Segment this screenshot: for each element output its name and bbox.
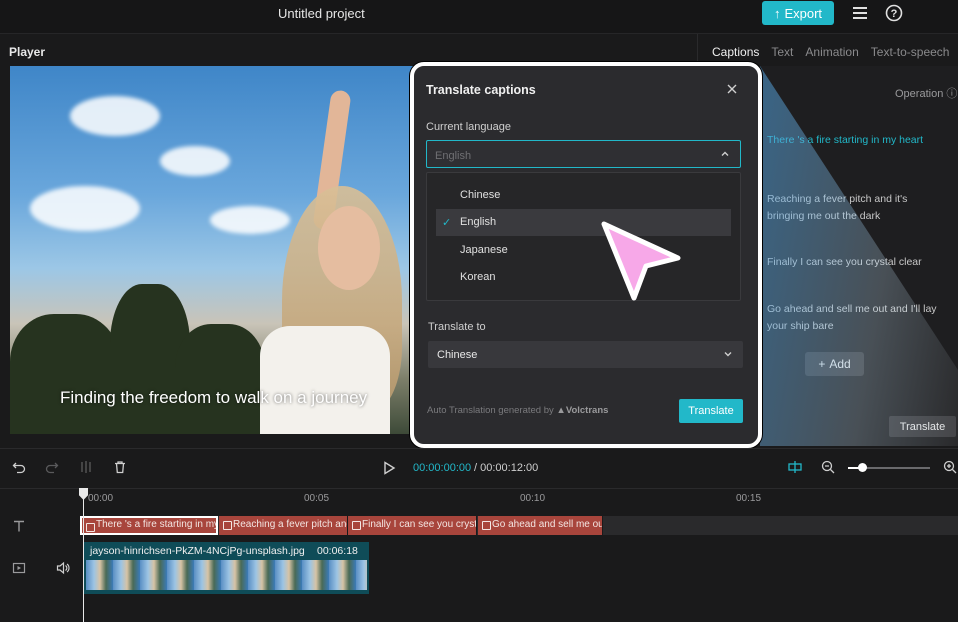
tree [175, 324, 265, 434]
chevron-up-icon [720, 149, 730, 159]
translate-panel-button[interactable]: Translate [889, 416, 956, 437]
zoom-out-icon[interactable] [821, 460, 835, 474]
translate-to-label: Translate to [428, 321, 486, 333]
ruler-label: 00:15 [736, 493, 762, 504]
ruler-label: 00:05 [304, 493, 330, 504]
chevron-down-icon [723, 349, 733, 359]
playhead[interactable] [83, 490, 84, 622]
project-title[interactable]: Untitled project [278, 6, 365, 21]
check-icon: ✓ [442, 217, 452, 229]
split-icon[interactable] [79, 460, 93, 474]
help-icon[interactable]: ? [885, 4, 903, 22]
current-language-label: Current language [426, 121, 512, 133]
cloud [70, 96, 160, 136]
person-top [260, 326, 390, 434]
caption-clip[interactable]: There 's a fire starting in my heart [80, 516, 218, 535]
layers-icon[interactable] [851, 4, 869, 22]
video-clip-duration: 00:06:18 [317, 545, 358, 557]
person-face [318, 206, 380, 290]
cloud [30, 186, 140, 231]
volume-icon[interactable] [56, 561, 70, 575]
current-time: 00:00:00:00 [413, 462, 472, 474]
ruler-label: 00:10 [520, 493, 546, 504]
auto-translation-note: Auto Translation generated by ▲Volctrans [427, 405, 609, 416]
play-icon[interactable] [382, 461, 396, 475]
close-icon[interactable] [725, 82, 739, 96]
export-button[interactable]: ↑ Export [762, 1, 834, 25]
translate-button[interactable]: Translate [679, 399, 743, 423]
video-thumbnails [86, 560, 367, 590]
info-icon: ⓘ [946, 88, 958, 100]
caption-item[interactable]: Reaching a fever pitch and it's bringing… [767, 191, 942, 225]
ruler-label: 00:00 [88, 493, 114, 504]
svg-text:?: ? [891, 8, 898, 20]
plus-icon: + [818, 357, 826, 371]
caption-item[interactable]: Go ahead and sell me out and I'll lay yo… [767, 301, 942, 335]
redo-icon[interactable] [45, 460, 59, 474]
pointer-cursor-icon [601, 221, 681, 301]
caption-clip[interactable]: Reaching a fever pitch and it's bringing… [219, 516, 348, 535]
auto-snap-icon[interactable] [788, 460, 802, 474]
current-language-select[interactable]: English [426, 140, 741, 168]
video-preview[interactable]: Finding the freedom to walk on a journey [10, 66, 414, 434]
option-chinese[interactable]: Chinese [436, 182, 731, 209]
caption-item[interactable]: Finally I can see you crystal clear [767, 254, 942, 271]
video-track-icon [12, 561, 26, 575]
player-label: Player [9, 45, 46, 59]
zoom-slider-handle[interactable] [858, 463, 867, 472]
cloud [160, 146, 230, 176]
caption-item[interactable]: There 's a fire starting in my heart [767, 132, 942, 149]
upload-icon: ↑ [773, 5, 781, 21]
cloud [210, 206, 290, 234]
tree [10, 314, 120, 434]
zoom-in-icon[interactable] [943, 460, 957, 474]
tab-text-to-speech[interactable]: Text-to-speech [871, 45, 950, 66]
volctrans-logo: ▲Volctrans [556, 405, 609, 416]
undo-icon[interactable] [12, 460, 26, 474]
operation-label[interactable]: Operation ⓘ [895, 85, 957, 101]
caption-clip[interactable]: Finally I can see you crystal clear [348, 516, 477, 535]
caption-clip[interactable]: Go ahead and sell me out and I'll lay yo… [478, 516, 603, 535]
video-clip-name: jayson-hinrichsen-PkZM-4NCjPg-unsplash.j… [90, 545, 305, 557]
tab-text[interactable]: Text [771, 45, 793, 66]
text-track-icon [12, 519, 26, 533]
tab-animation[interactable]: Animation [805, 45, 858, 66]
export-label: Export [784, 5, 823, 21]
dialog-title: Translate captions [426, 83, 536, 97]
total-time: / 00:00:12:00 [474, 462, 539, 474]
translate-to-select[interactable]: Chinese [428, 341, 743, 368]
delete-icon[interactable] [113, 460, 127, 474]
caption-overlay[interactable]: Finding the freedom to walk on a journey [60, 388, 367, 408]
add-caption-button[interactable]: + Add [805, 352, 864, 376]
timeline-ruler[interactable] [0, 488, 958, 510]
